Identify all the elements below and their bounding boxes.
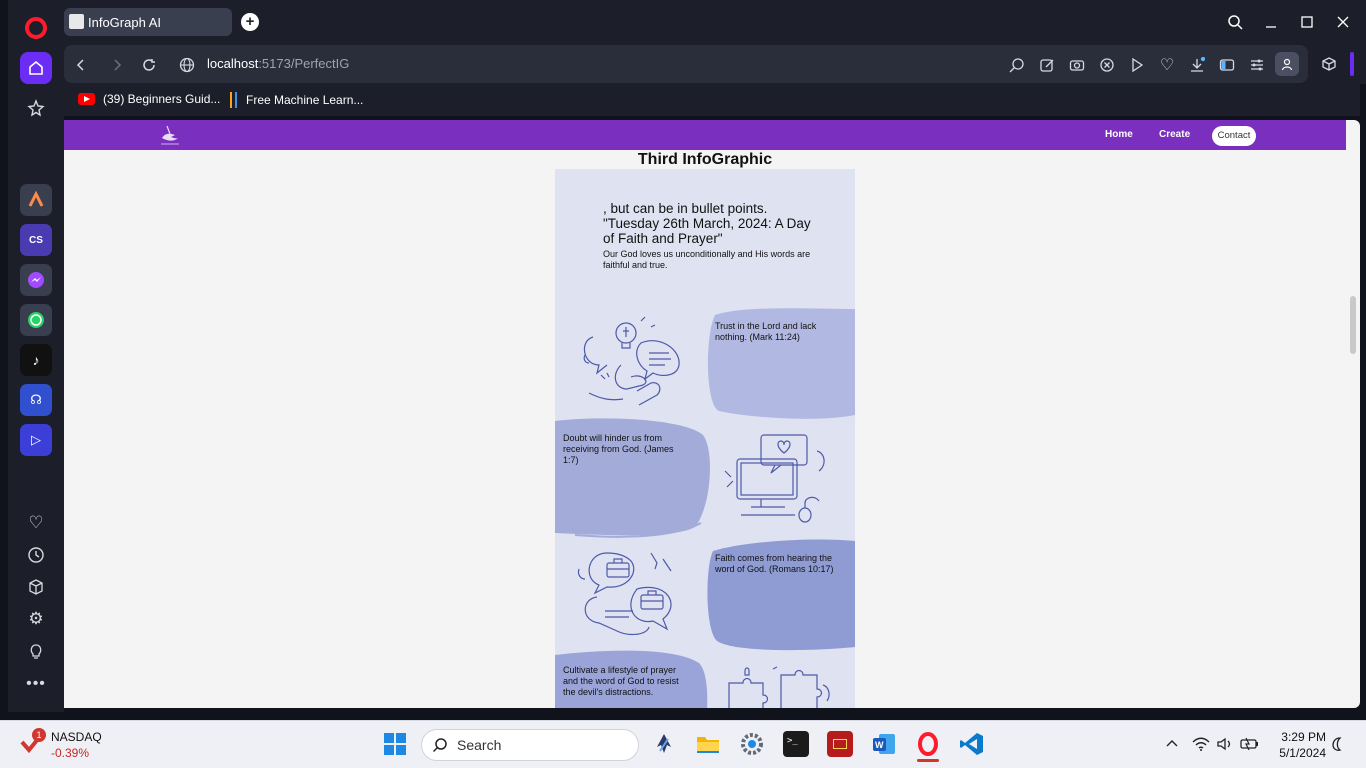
home-icon[interactable] (20, 52, 52, 84)
page-scrollbar[interactable] (1350, 296, 1356, 354)
briefcase-chat-icon (577, 552, 672, 636)
address-row: localhost:5173/PerfectIG ♡ (64, 44, 1366, 84)
volume-icon[interactable] (1216, 736, 1234, 757)
intro-line-1: , but can be in bullet points. (603, 201, 768, 216)
tab-bar: InfoGraph AI + (64, 0, 1366, 44)
bookmark-youtube[interactable]: (39) Beginners Guid... (78, 92, 220, 106)
camera-icon[interactable] (1068, 56, 1086, 74)
favorite-icon[interactable]: ♡ (1158, 56, 1176, 74)
download-icon[interactable] (1188, 56, 1206, 74)
bible-app-icon[interactable] (827, 731, 853, 757)
favicon-icon (69, 14, 84, 29)
close-button[interactable] (1331, 10, 1355, 34)
edit-icon[interactable] (1038, 56, 1056, 74)
ticker-name[interactable]: NASDAQ (51, 730, 102, 744)
infographic: , but can be in bullet points. "Tuesday … (555, 169, 855, 708)
heart-icon[interactable]: ♡ (20, 507, 52, 539)
infographic-intro: , but can be in bullet points. "Tuesday … (603, 201, 818, 271)
sidebar-toggle-icon[interactable] (1218, 56, 1236, 74)
easy-setup-icon[interactable] (1248, 56, 1266, 74)
minimize-button[interactable] (1259, 10, 1283, 34)
browser-sidebar: CS ♪ ☊ ▷ ♡ ⚙ ••• (8, 0, 64, 712)
page-title: Third InfoGraphic (637, 151, 773, 168)
puzzle-icon (728, 666, 830, 708)
history-icon[interactable] (20, 539, 52, 571)
player-icon[interactable]: ▷ (20, 424, 52, 456)
tiktok-icon[interactable]: ♪ (20, 344, 52, 376)
opera-logo-icon[interactable] (20, 12, 52, 44)
forward-icon[interactable] (108, 56, 126, 74)
windows-taskbar: 1 NASDAQ -0.39% Search >_ W 3:29 PM 5/1/… (0, 720, 1366, 768)
nav-contact[interactable]: Contact (1212, 126, 1256, 146)
ideas-collaboration-icon (583, 316, 680, 406)
settings-app-icon[interactable] (739, 731, 765, 757)
vscode-icon[interactable] (959, 731, 985, 757)
tab-infograph[interactable]: InfoGraph AI (64, 8, 232, 36)
whatsapp-icon[interactable] (20, 304, 52, 336)
back-icon[interactable] (72, 56, 90, 74)
site-logo[interactable] (158, 123, 182, 147)
extensions-icon[interactable] (1320, 55, 1338, 73)
stock-widget-icon[interactable]: 1 (20, 728, 46, 756)
word-icon[interactable]: W (871, 731, 897, 757)
new-tab-button[interactable]: + (241, 13, 259, 31)
notification-badge: 1 (32, 728, 46, 742)
do-not-disturb-icon[interactable] (1331, 736, 1345, 757)
desktop: CS ♪ ☊ ▷ ♡ ⚙ ••• InfoGraph AI + localhos… (0, 0, 1366, 768)
url-text[interactable]: localhost:5173/PerfectIG (207, 56, 349, 71)
more-icon[interactable]: ••• (20, 668, 52, 700)
web-page: Home Create Contact Third InfoGraphic , … (64, 120, 1360, 708)
maximize-button[interactable] (1295, 10, 1319, 34)
bookmark-label: (39) Beginners Guid... (103, 92, 221, 106)
search-tabs-icon[interactable] (1223, 10, 1247, 34)
lightbulb-icon[interactable] (20, 635, 52, 667)
bookmark-label: Free Machine Learn... (246, 93, 364, 107)
tab-title: InfoGraph AI (88, 14, 161, 30)
clock-date: 5/1/2024 (1279, 746, 1326, 760)
aria-icon[interactable] (20, 184, 52, 216)
search-icon (432, 738, 447, 753)
site-navbar: Home Create Contact (64, 120, 1346, 150)
search-placeholder: Search (457, 737, 502, 753)
opera-taskbar-icon[interactable] (915, 731, 941, 762)
music-icon[interactable]: ☊ (20, 384, 52, 416)
windows-start-icon[interactable] (384, 733, 406, 755)
bookmark-machine-learning[interactable]: Free Machine Learn... (230, 92, 363, 108)
taskbar-search[interactable]: Search (421, 729, 639, 761)
bookmark-site-icon (230, 92, 237, 108)
nav-home[interactable]: Home (1105, 129, 1133, 140)
wifi-icon[interactable] (1192, 736, 1210, 757)
page-search-icon[interactable] (1008, 56, 1026, 74)
point-4-text: Cultivate a lifestyle of prayer and the … (563, 665, 679, 697)
block-ads-icon[interactable] (1098, 56, 1116, 74)
globe-icon (178, 56, 196, 74)
svg-text:W: W (875, 740, 884, 750)
messenger-icon[interactable] (20, 264, 52, 296)
play-icon[interactable] (1128, 56, 1146, 74)
intro-subtext: Our God loves us unconditionally and His… (603, 249, 811, 270)
address-bar[interactable]: localhost:5173/PerfectIG ♡ (64, 45, 1308, 83)
settings-icon[interactable]: ⚙ (20, 603, 52, 635)
profile-icon[interactable] (1275, 52, 1299, 76)
ticker-change: -0.39% (51, 746, 90, 760)
inkscape-icon[interactable] (651, 731, 677, 757)
battery-icon[interactable] (1240, 736, 1260, 757)
intro-headline: "Tuesday 26th March, 2024: A Day of Fait… (603, 216, 811, 246)
chevron-up-icon[interactable] (1165, 736, 1179, 755)
cs-icon[interactable]: CS (20, 224, 52, 256)
star-icon[interactable] (20, 92, 52, 124)
vpn-indicator (1350, 52, 1354, 76)
youtube-icon (78, 93, 95, 105)
point-3-text: Faith comes from hearing the word of God… (715, 553, 834, 574)
clock-time[interactable]: 3:29 PM (1270, 730, 1326, 744)
file-explorer-icon[interactable] (695, 731, 721, 757)
cube-icon[interactable] (20, 571, 52, 603)
bookmarks-bar: (39) Beginners Guid... Free Machine Lear… (64, 84, 1360, 116)
terminal-icon[interactable]: >_ (783, 731, 809, 757)
nav-create[interactable]: Create (1159, 129, 1190, 140)
computer-heart-icon (724, 434, 825, 523)
reload-icon[interactable] (140, 56, 158, 74)
point-2-text: Doubt will hinder us from receiving from… (563, 433, 674, 465)
point-1-text: Trust in the Lord and lack nothing. (Mar… (715, 321, 817, 342)
